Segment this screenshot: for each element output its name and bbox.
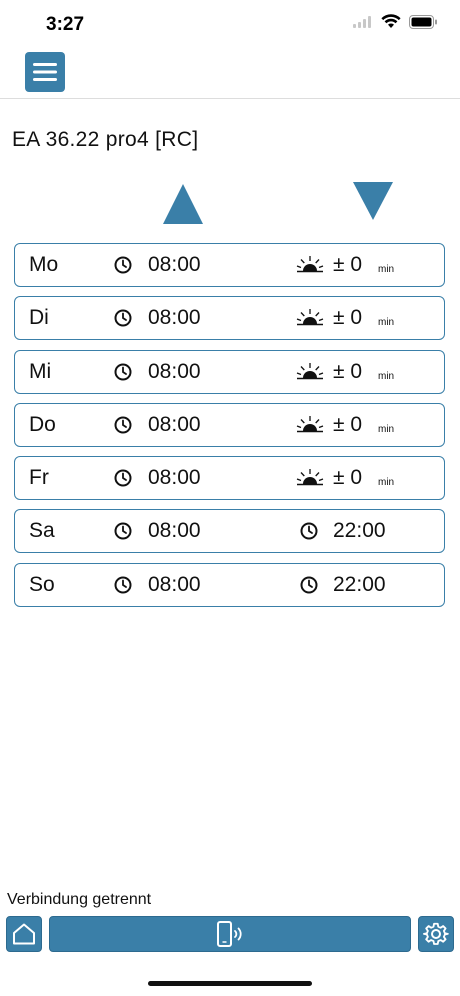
day-label: Sa [29, 519, 55, 543]
connect-button[interactable] [49, 916, 411, 952]
triangle-down-icon [353, 182, 393, 220]
week-schedule: Mo 08:00 ± 0 min Di 08:00 ± 0 min Mi 08:… [14, 243, 445, 616]
menu-button[interactable] [25, 52, 65, 92]
offset-unit: min [378, 423, 395, 435]
settings-button[interactable] [418, 916, 454, 952]
wifi-icon [381, 14, 401, 28]
offset-unit: min [378, 477, 395, 489]
up-time: 08:00 [148, 412, 201, 436]
sunset-icon [296, 256, 324, 273]
clock-icon [114, 469, 132, 487]
up-time: 08:00 [148, 253, 201, 276]
sunset-icon [296, 309, 324, 326]
clock-icon [114, 309, 132, 327]
triangle-up-icon [163, 184, 203, 224]
schedule-row-mi[interactable]: Mi 08:00 ± 0 min [14, 349, 445, 394]
schedule-row-mo[interactable]: Mo 08:00 ± 0 min [14, 243, 445, 287]
up-time: 08:00 [148, 466, 201, 490]
schedule-row-do[interactable]: Do 08:00 ± 0 min [14, 402, 445, 447]
device-title: EA 36.22 pro4 [RC] [12, 128, 199, 151]
down-time: 22:00 [333, 572, 386, 596]
day-label: Mo [29, 253, 59, 276]
status-time: 3:27 [46, 14, 85, 35]
down-offset: ± 0 [333, 412, 363, 436]
clock-icon [114, 522, 132, 540]
down-offset: ± 0 [333, 359, 363, 383]
day-label: Fr [29, 466, 49, 490]
schedule-row-fr[interactable]: Fr 08:00 ± 0 min [14, 456, 445, 501]
day-label: Do [29, 412, 56, 436]
day-label: Mi [29, 359, 52, 383]
gear-icon [423, 922, 449, 945]
battery-icon [409, 14, 437, 29]
down-time: 22:00 [333, 519, 386, 543]
day-label: So [29, 572, 55, 596]
status-bar: 3:27 [0, 0, 460, 50]
up-time: 08:00 [148, 572, 201, 596]
up-time: 08:00 [148, 306, 201, 330]
status-icons [353, 14, 438, 29]
home-indicator [148, 981, 312, 986]
offset-unit: min [378, 370, 395, 382]
home-button[interactable] [6, 916, 42, 952]
offset-unit: min [378, 264, 395, 275]
clock-icon [114, 256, 132, 274]
sunset-icon [296, 469, 324, 486]
clock-icon [300, 576, 318, 594]
home-icon [13, 923, 35, 945]
down-offset: ± 0 [333, 466, 363, 490]
sunset-icon [296, 362, 324, 379]
up-time: 08:00 [148, 519, 201, 543]
phone-signal-icon [217, 921, 242, 947]
sunset-icon [296, 415, 324, 433]
down-offset: ± 0 [333, 306, 363, 330]
clock-icon [114, 363, 132, 381]
schedule-row-so[interactable]: So 08:00 22:00 [14, 562, 445, 607]
cellular-signal-icon [353, 15, 371, 28]
header-divider [0, 98, 460, 99]
clock-icon [114, 416, 132, 434]
schedule-row-di[interactable]: Di 08:00 ± 0 min [14, 296, 445, 341]
down-offset: ± 0 [333, 253, 363, 276]
connection-status: Verbindung getrennt [7, 891, 152, 908]
clock-icon [114, 576, 132, 594]
schedule-row-sa[interactable]: Sa 08:00 22:00 [14, 509, 445, 554]
hamburger-menu-icon [33, 63, 57, 81]
clock-icon [300, 522, 318, 540]
day-label: Di [29, 306, 49, 330]
offset-unit: min [378, 317, 395, 329]
up-time: 08:00 [148, 359, 201, 383]
